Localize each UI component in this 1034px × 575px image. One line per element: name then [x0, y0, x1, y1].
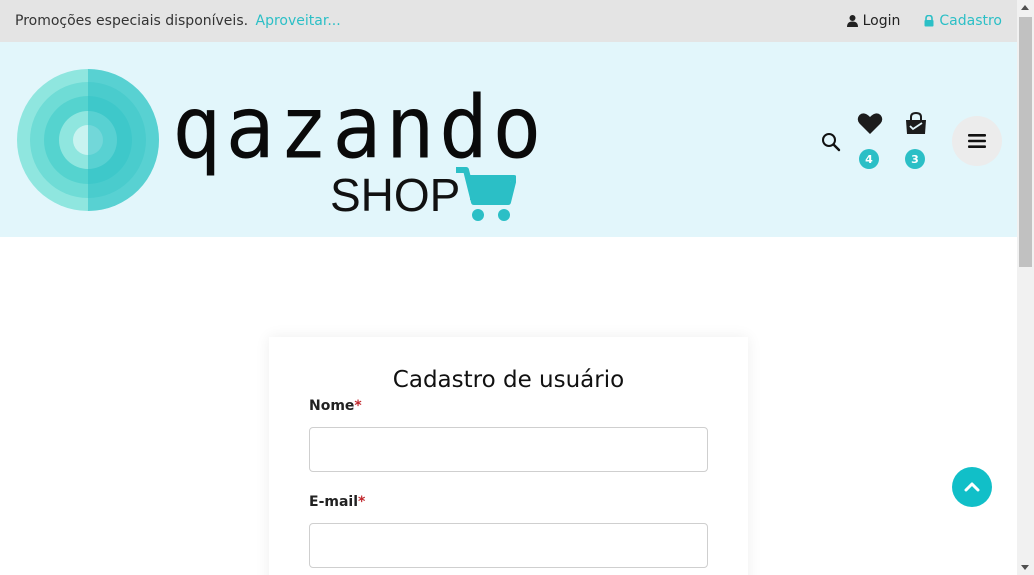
site-header: qazando SHOP 4 3 — [0, 42, 1017, 237]
promo-message: Promoções especiais disponíveis. Aprovei… — [15, 13, 341, 29]
signup-link[interactable]: Cadastro — [924, 13, 1002, 29]
logo-circles-icon — [17, 69, 159, 211]
scroll-to-top-button[interactable] — [952, 467, 992, 507]
promo-topbar: Promoções especiais disponíveis. Aprovei… — [0, 0, 1017, 42]
email-required-mark: * — [358, 494, 366, 510]
heart-icon[interactable] — [857, 112, 883, 136]
scroll-down-arrow-icon[interactable] — [1021, 565, 1029, 570]
chevron-up-icon — [964, 482, 980, 492]
name-required-mark: * — [354, 398, 362, 414]
email-label-text: E-mail — [309, 494, 359, 510]
auth-links: Login Cadastro — [846, 13, 1002, 29]
menu-button[interactable] — [952, 116, 1002, 166]
form-title: Cadastro de usuário — [392, 367, 625, 393]
name-label-text: Nome — [309, 398, 355, 414]
signup-label: Cadastro — [939, 13, 1002, 29]
promo-text: Promoções especiais disponíveis. — [15, 13, 249, 29]
scroll-up-arrow-icon[interactable] — [1021, 5, 1029, 10]
wishlist-count-badge: 4 — [859, 149, 879, 169]
hamburger-icon — [968, 134, 986, 148]
login-link[interactable]: Login — [846, 13, 901, 29]
site-logo[interactable]: qazando SHOP — [16, 68, 542, 228]
scrollbar-thumb[interactable] — [1019, 17, 1032, 267]
search-icon[interactable] — [821, 132, 841, 152]
login-label: Login — [862, 13, 901, 29]
user-icon — [846, 15, 858, 27]
logo-wordmark: qazando — [172, 78, 546, 179]
signup-form-card: Cadastro de usuário Nome* E-mail* — [269, 337, 748, 575]
lock-icon — [924, 15, 934, 27]
email-label: E-mail* — [309, 494, 365, 510]
bag-icon[interactable] — [904, 112, 928, 136]
cart-count-badge: 3 — [905, 149, 925, 169]
name-label: Nome* — [309, 398, 362, 414]
promo-link[interactable]: Aproveitar... — [256, 13, 341, 29]
email-field[interactable] — [309, 523, 708, 568]
page-scrollbar[interactable] — [1017, 0, 1034, 575]
name-field[interactable] — [309, 427, 708, 472]
logo-shop-text: SHOP — [330, 169, 461, 221]
cart-logo-icon — [456, 167, 516, 221]
